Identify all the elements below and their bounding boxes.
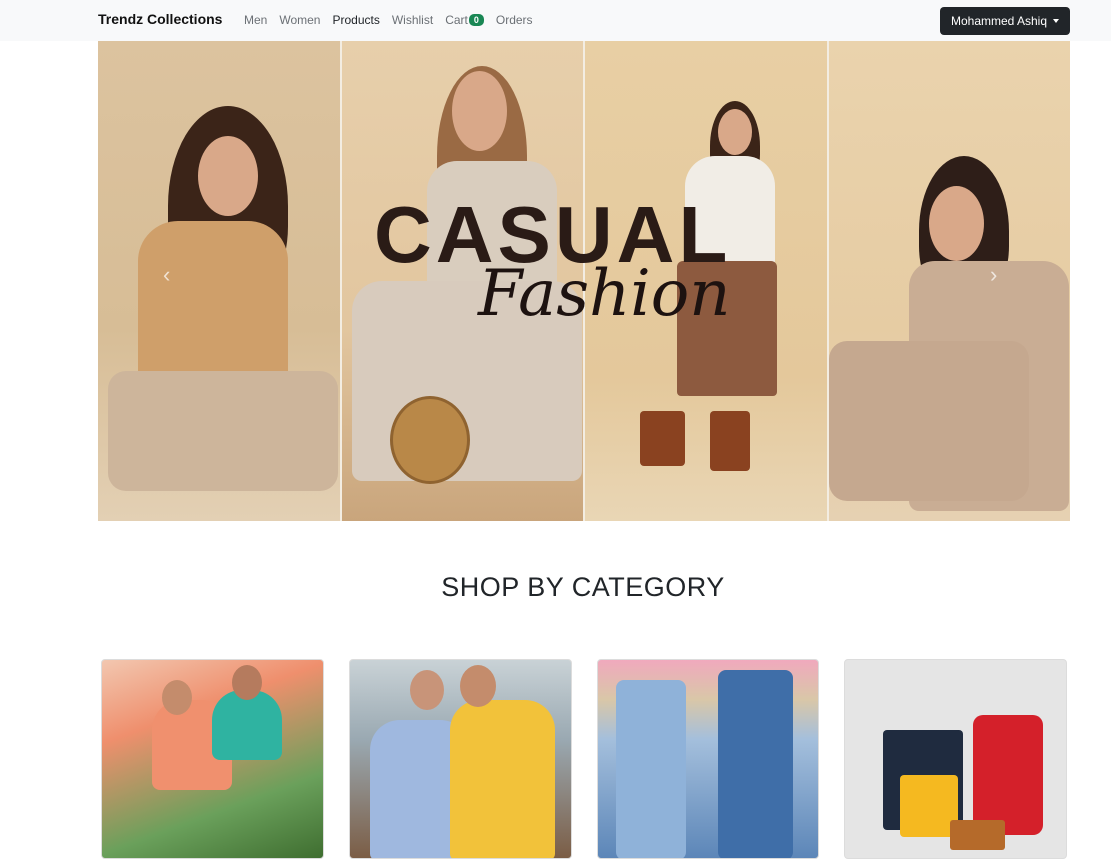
hero-panel-4: [828, 41, 1070, 521]
card-image-bag: [973, 715, 1044, 835]
model-legs: [828, 341, 1029, 501]
caret-down-icon: [1053, 19, 1060, 23]
category-cards: [101, 659, 1067, 859]
user-dropdown-button[interactable]: Mohammed Ashiq: [940, 7, 1070, 35]
nav-link-products[interactable]: Products: [332, 13, 379, 27]
card-image-wallet: [950, 820, 1006, 850]
section-title: SHOP BY CATEGORY: [441, 572, 725, 602]
model-trousers: [108, 371, 338, 491]
hero-panel-1: [98, 41, 340, 521]
card-image-shirt: [449, 700, 555, 858]
brand-logo[interactable]: Trendz Collections: [98, 11, 222, 27]
straw-bag: [389, 396, 470, 484]
model-boot: [710, 411, 750, 471]
model-face: [928, 186, 984, 261]
category-card[interactable]: [596, 659, 820, 859]
nav-link-wishlist[interactable]: Wishlist: [392, 13, 433, 27]
model-face: [451, 71, 507, 151]
category-card[interactable]: [844, 659, 1067, 859]
model-face: [718, 109, 752, 155]
card-image-face: [459, 665, 496, 707]
nav-link-cart-label: Cart: [445, 13, 468, 27]
card-image-face: [409, 670, 444, 710]
user-name: Mohammed Ashiq: [950, 14, 1048, 28]
card-image-jeans: [717, 670, 793, 858]
hero-subtitle: Fashion: [478, 257, 731, 331]
category-card[interactable]: [348, 659, 572, 859]
cart-count-badge: 0: [468, 14, 484, 26]
chevron-left-icon[interactable]: ‹: [163, 262, 170, 288]
nav-link-women[interactable]: Women: [279, 13, 320, 27]
chevron-right-icon[interactable]: ›: [990, 262, 997, 288]
nav-link-men[interactable]: Men: [244, 13, 267, 27]
nav-links: Men Women Products Wishlist Cart 0 Orders: [244, 13, 533, 27]
card-image-face: [232, 665, 262, 700]
navbar: Trendz Collections Men Women Products Wi…: [0, 0, 1111, 41]
nav-link-cart[interactable]: Cart 0: [445, 13, 484, 27]
card-image-face: [162, 680, 192, 715]
card-image-shirt: [212, 690, 282, 760]
card-image-jeans: [615, 680, 686, 858]
category-card[interactable]: [101, 659, 324, 859]
model-boot: [640, 411, 685, 466]
model-face: [198, 136, 258, 216]
nav-link-orders[interactable]: Orders: [496, 13, 533, 27]
